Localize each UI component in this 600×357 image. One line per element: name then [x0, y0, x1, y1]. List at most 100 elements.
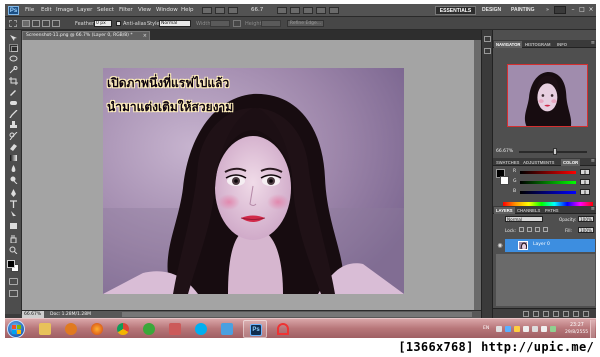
color-menu-icon[interactable]: ≡ [591, 158, 595, 164]
opacity-field[interactable]: 100% [578, 216, 594, 222]
gradient-tool-icon[interactable] [9, 154, 18, 162]
vertical-scrollbar[interactable] [474, 40, 481, 310]
intersect-selection-icon[interactable] [52, 20, 60, 27]
maximize-icon[interactable]: □ [578, 6, 586, 14]
canvas-area[interactable]: เปิดภาพนึ่งที่แรฟไปแล้ว นำมาแต่งเติมให้ส… [22, 40, 481, 310]
layer-row[interactable]: Layer 0 [505, 239, 595, 252]
rectangle-tool-icon[interactable] [9, 222, 18, 230]
eraser-tool-icon[interactable] [9, 143, 18, 151]
foreground-color-swatch[interactable] [7, 260, 15, 268]
link-layers-icon[interactable] [523, 311, 529, 317]
tray-battery-icon[interactable] [550, 326, 556, 332]
workspace-essentials[interactable]: ESSENTIALS [435, 6, 476, 15]
document-image[interactable]: เปิดภาพนึ่งที่แรฟไปแล้ว นำมาแต่งเติมให้ส… [103, 68, 404, 294]
taskbar-app-green[interactable] [137, 320, 161, 338]
dodge-tool-icon[interactable] [9, 176, 18, 185]
tray-icon-2[interactable] [505, 326, 511, 332]
menu-view[interactable]: View [138, 7, 151, 13]
menu-edit[interactable]: Edit [41, 7, 52, 13]
cs-live-button[interactable] [554, 6, 566, 14]
tab-navigator[interactable]: NAVIGATOR [494, 41, 523, 48]
style-select[interactable]: Normal [159, 20, 191, 27]
minibridge-button[interactable] [215, 7, 225, 14]
red-value[interactable]: 0 [580, 169, 590, 175]
menu-filter[interactable]: Filter [119, 7, 133, 13]
tab-paths[interactable]: PATHS [543, 207, 561, 214]
layer-visibility-eye-icon[interactable]: ◉ [496, 239, 504, 252]
document-close-icon[interactable]: × [143, 32, 147, 40]
minimize-icon[interactable]: – [569, 6, 577, 14]
subtract-selection-icon[interactable] [42, 20, 50, 27]
lock-position-icon[interactable] [535, 227, 540, 232]
layer-name[interactable]: Layer 0 [533, 242, 550, 247]
lock-all-icon[interactable] [543, 227, 548, 232]
tray-flag-icon[interactable] [523, 326, 529, 332]
arrange-docs-button[interactable] [316, 7, 326, 14]
navigator-menu-icon[interactable]: ≡ [591, 40, 595, 46]
tray-icon-1[interactable] [496, 326, 502, 332]
blend-mode-select[interactable]: Normal [505, 216, 543, 222]
language-indicator[interactable]: EN [483, 326, 489, 331]
layer-style-icon[interactable] [533, 311, 539, 317]
menu-window[interactable]: Window [156, 7, 178, 13]
taskbar-app-grid[interactable] [163, 320, 187, 338]
horizontal-scrollbar[interactable] [122, 312, 472, 317]
tab-layers[interactable]: LAYERS [494, 207, 515, 214]
tab-color[interactable]: COLOR [561, 159, 581, 166]
menu-image[interactable]: Image [56, 7, 73, 13]
move-tool-icon[interactable] [9, 34, 18, 42]
lasso-tool-icon[interactable] [9, 55, 18, 63]
refine-edge-button[interactable]: Refine Edge... [287, 20, 324, 27]
layer-mask-icon[interactable] [543, 311, 549, 317]
bridge-button[interactable] [202, 7, 212, 14]
color-background-swatch[interactable] [500, 176, 509, 185]
start-button[interactable] [7, 320, 25, 338]
extras-button[interactable] [228, 7, 238, 14]
quick-selection-tool-icon[interactable] [9, 66, 18, 74]
zoom-level[interactable]: 66.7 [251, 7, 263, 13]
blur-tool-icon[interactable] [9, 165, 18, 173]
blue-value[interactable]: 0 [580, 189, 590, 195]
navigator-zoom-thumb[interactable] [553, 148, 557, 155]
workspace-painting[interactable]: PAINTING [511, 7, 535, 13]
type-tool-icon[interactable] [9, 200, 18, 208]
blue-slider[interactable] [520, 191, 576, 194]
close-icon[interactable]: × [587, 6, 595, 14]
tray-network-icon[interactable] [532, 326, 538, 332]
healing-brush-tool-icon[interactable] [9, 99, 18, 107]
green-slider[interactable] [520, 181, 576, 184]
navigator-zoom[interactable]: 66.67% [496, 149, 513, 154]
tray-icon-3[interactable] [514, 326, 520, 332]
clock-date[interactable]: 29/8/2555 [565, 330, 588, 335]
menu-select[interactable]: Select [97, 7, 114, 13]
tab-channels[interactable]: CHANNELS [515, 207, 542, 214]
menu-file[interactable]: File [25, 7, 34, 13]
taskbar-media-player[interactable] [59, 320, 83, 338]
tab-info[interactable]: INFO [555, 41, 569, 48]
antialias-checkbox[interactable] [116, 21, 121, 26]
tab-adjustments[interactable]: ADJUSTMENTS [521, 159, 556, 166]
history-brush-tool-icon[interactable] [9, 131, 18, 141]
taskbar-firefox[interactable] [85, 320, 109, 338]
tab-swatches[interactable]: SWATCHES [494, 159, 521, 166]
lock-pixels-icon[interactable] [527, 227, 532, 232]
tool-preset-icon[interactable] [9, 20, 17, 27]
screen-mode-button[interactable] [329, 7, 339, 14]
zoom-tool-icon[interactable] [9, 246, 18, 255]
quick-mask-icon[interactable] [9, 278, 18, 285]
show-desktop-button[interactable] [590, 320, 595, 338]
taskbar-app-arc[interactable] [271, 320, 295, 338]
taskbar-skype[interactable] [189, 320, 213, 338]
taskbar-explorer[interactable] [33, 320, 57, 338]
workspace-more[interactable]: » [546, 7, 549, 13]
new-selection-icon[interactable] [22, 20, 30, 27]
delete-layer-icon[interactable] [583, 311, 589, 317]
menu-layer[interactable]: Layer [77, 7, 92, 13]
clone-stamp-tool-icon[interactable] [9, 121, 18, 129]
hand-tool-button[interactable] [277, 7, 287, 14]
width-input[interactable] [210, 20, 230, 27]
add-selection-icon[interactable] [32, 20, 40, 27]
swap-dimensions-icon[interactable] [233, 20, 241, 27]
crop-tool-icon[interactable] [9, 77, 18, 85]
actions-panel-icon[interactable] [484, 48, 491, 54]
